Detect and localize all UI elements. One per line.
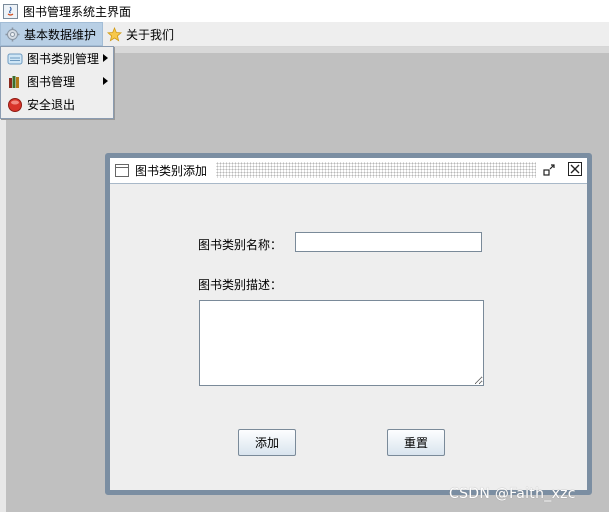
frame-titlebar[interactable]: 图书类别添加 (110, 158, 587, 184)
add-button[interactable]: 添加 (238, 429, 296, 456)
submenu-arrow-icon (103, 77, 108, 85)
java-app-icon (3, 3, 18, 19)
star-icon (107, 26, 123, 42)
menu-basic-data[interactable]: 基本数据维护 (0, 22, 104, 46)
reset-button[interactable]: 重置 (387, 429, 445, 456)
menu-item-exit-label: 安全退出 (27, 98, 76, 112)
menu-about[interactable]: 关于我们 (103, 22, 180, 46)
books-icon (7, 75, 23, 89)
window-titlebar: 图书管理系统主界面 (0, 0, 609, 22)
category-add-frame: 图书类别添加 图书类别名称： 图书类别描述： 添加 重置 (105, 153, 592, 495)
menu-item-category-label: 图书类别管理 (27, 52, 100, 66)
exit-icon (7, 97, 23, 113)
submenu-arrow-icon (103, 54, 108, 62)
menu-item-book-label: 图书管理 (27, 75, 76, 89)
category-name-input[interactable] (295, 232, 482, 252)
basic-data-dropdown: 图书类别管理 图书管理 安全退出 (0, 46, 114, 119)
menu-item-category-manage[interactable]: 图书类别管理 (1, 47, 113, 70)
gear-icon (5, 27, 20, 42)
category-desc-label: 图书类别描述： (198, 278, 283, 292)
window-icon (115, 164, 129, 177)
menu-item-book-manage[interactable]: 图书管理 (1, 70, 113, 93)
watermark: CSDN @Faith_xzc (449, 486, 576, 502)
menu-item-safe-exit[interactable]: 安全退出 (1, 93, 113, 116)
menu-basic-data-label: 基本数据维护 (24, 27, 97, 42)
menu-about-label: 关于我们 (126, 27, 175, 42)
category-desc-textarea[interactable] (199, 300, 484, 386)
minimize-icon[interactable] (542, 163, 556, 177)
menubar: 基本数据维护 关于我们 (0, 22, 609, 47)
category-icon (7, 52, 23, 66)
frame-title: 图书类别添加 (135, 164, 208, 178)
close-icon[interactable] (568, 162, 582, 176)
window-title: 图书管理系统主界面 (23, 4, 132, 19)
titlebar-drag-area[interactable] (216, 162, 536, 178)
category-name-label: 图书类别名称： (198, 238, 283, 252)
